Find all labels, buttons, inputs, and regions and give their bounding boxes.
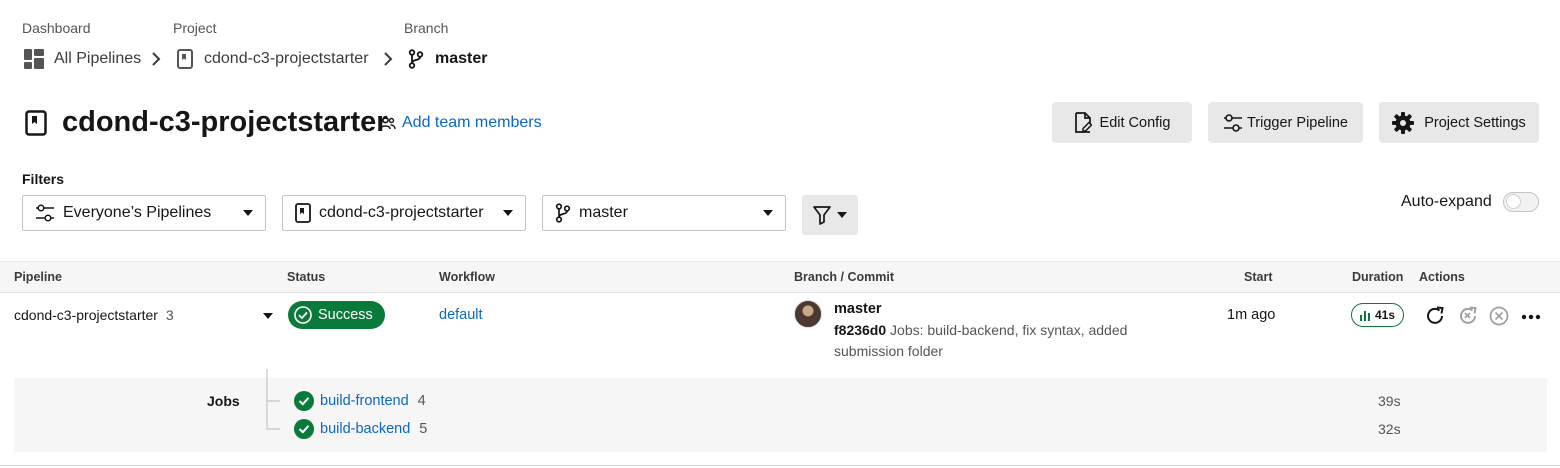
repo-icon <box>25 110 47 136</box>
breadcrumb-project-label: Project <box>173 20 217 36</box>
job-duration: 39s <box>1378 393 1401 409</box>
caret-down-icon <box>763 210 773 216</box>
auto-expand-label: Auto-expand <box>1401 193 1492 210</box>
check-circle-icon <box>294 391 314 411</box>
trigger-pipeline-button[interactable]: Trigger Pipeline <box>1208 102 1363 143</box>
edit-config-button[interactable]: Edit Config <box>1052 102 1192 143</box>
pipelines-filter-value: Everyone’s Pipelines <box>63 204 212 221</box>
header-actions: Actions <box>1419 270 1465 284</box>
commit-message-line2: submission folder <box>834 343 943 359</box>
commit-hash[interactable]: f8236d0 <box>834 322 886 338</box>
job-item[interactable]: build-backend 5 <box>294 419 427 439</box>
table-bottom-divider <box>0 465 1560 466</box>
git-branch-icon <box>555 203 571 223</box>
project-filter-select[interactable]: cdond-c3-projectstarter <box>282 195 526 231</box>
job-name[interactable]: build-backend <box>320 421 410 437</box>
expand-caret-icon[interactable] <box>263 313 273 319</box>
breadcrumb-all-pipelines[interactable]: All Pipelines <box>24 48 141 70</box>
repo-icon <box>295 203 311 223</box>
project-settings-button[interactable]: Project Settings <box>1379 102 1539 143</box>
branch-filter-value: master <box>579 204 628 221</box>
trigger-pipeline-label: Trigger Pipeline <box>1246 114 1348 131</box>
job-item[interactable]: build-frontend 4 <box>294 391 426 411</box>
rerun-failed-icon[interactable] <box>1457 305 1479 327</box>
commit-message-line1: Jobs: build-backend, fix syntax, added <box>890 322 1128 338</box>
breadcrumb-project-text: cdond-c3-projectstarter <box>204 50 369 67</box>
sliders-icon <box>35 204 55 222</box>
job-name[interactable]: build-frontend <box>320 393 409 409</box>
duration-text: 41s <box>1375 308 1396 322</box>
bar-chart-icon <box>1360 309 1370 321</box>
breadcrumb-branch-label: Branch <box>404 20 449 36</box>
caret-down-icon <box>837 212 847 218</box>
breadcrumb-branch-text: master <box>435 50 488 67</box>
jobs-label: Jobs <box>207 393 240 409</box>
start-time: 1m ago <box>1227 307 1276 323</box>
breadcrumb-all-pipelines-text: All Pipelines <box>54 50 142 67</box>
rerun-icon[interactable] <box>1424 305 1446 327</box>
jobs-tree-lines <box>266 369 280 430</box>
edit-config-label: Edit Config <box>1099 114 1171 131</box>
check-circle-icon <box>294 306 312 324</box>
breadcrumb-dashboard-label: Dashboard <box>22 20 91 36</box>
check-circle-icon <box>294 419 314 439</box>
pipelines-filter-select[interactable]: Everyone’s Pipelines <box>22 195 266 231</box>
header-branch-commit: Branch / Commit <box>794 270 895 284</box>
branch-filter-select[interactable]: master <box>542 195 786 231</box>
sliders-icon <box>1223 113 1243 133</box>
header-status: Status <box>287 270 326 284</box>
header-start: Start <box>1244 270 1273 284</box>
filters-label: Filters <box>22 171 65 187</box>
toggle-knob <box>1506 194 1521 209</box>
status-badge[interactable]: Success <box>288 301 385 329</box>
project-filter-value: cdond-c3-projectstarter <box>319 204 484 221</box>
cancel-icon[interactable] <box>1489 306 1509 326</box>
funnel-icon <box>813 205 831 225</box>
breadcrumb-branch[interactable]: master <box>408 48 487 70</box>
chevron-right-icon <box>383 51 393 67</box>
pipeline-name[interactable]: cdond-c3-projectstarter 3 <box>14 307 174 323</box>
git-branch-icon <box>408 49 424 69</box>
auto-expand-toggle[interactable] <box>1503 192 1539 212</box>
add-team-members-text: Add team members <box>402 114 542 131</box>
duration-badge[interactable]: 41s <box>1351 303 1405 327</box>
pipeline-name-text: cdond-c3-projectstarter <box>14 307 158 323</box>
caret-down-icon <box>503 210 513 216</box>
jobs-panel <box>14 378 1547 452</box>
project-settings-label: Project Settings <box>1424 114 1526 131</box>
people-icon <box>380 116 396 130</box>
caret-down-icon <box>243 210 253 216</box>
grid-icon <box>24 49 44 69</box>
commit-details: f8236d0 Jobs: build-backend, fix syntax,… <box>834 320 1164 362</box>
job-number: 5 <box>419 421 428 437</box>
chevron-right-icon <box>151 51 161 67</box>
more-icon[interactable] <box>1521 314 1541 320</box>
file-edit-icon <box>1074 111 1092 134</box>
pipeline-number: 3 <box>165 307 174 323</box>
header-pipeline: Pipeline <box>14 270 62 284</box>
header-duration: Duration <box>1352 270 1404 284</box>
advanced-filter-button[interactable] <box>802 195 858 235</box>
workflow-link[interactable]: default <box>439 307 483 323</box>
header-workflow: Workflow <box>439 270 496 284</box>
breadcrumb-project[interactable]: cdond-c3-projectstarter <box>177 48 369 70</box>
repo-icon <box>177 49 193 69</box>
commit-branch: master <box>834 301 882 317</box>
job-number: 4 <box>417 393 426 409</box>
page-title: cdond-c3-projectstarter <box>62 106 388 138</box>
status-text: Success <box>318 307 373 323</box>
table-header <box>0 261 1560 293</box>
add-team-members-link[interactable]: Add team members <box>380 113 542 133</box>
job-duration: 32s <box>1378 421 1401 437</box>
gear-icon <box>1392 111 1415 134</box>
avatar <box>794 300 822 328</box>
